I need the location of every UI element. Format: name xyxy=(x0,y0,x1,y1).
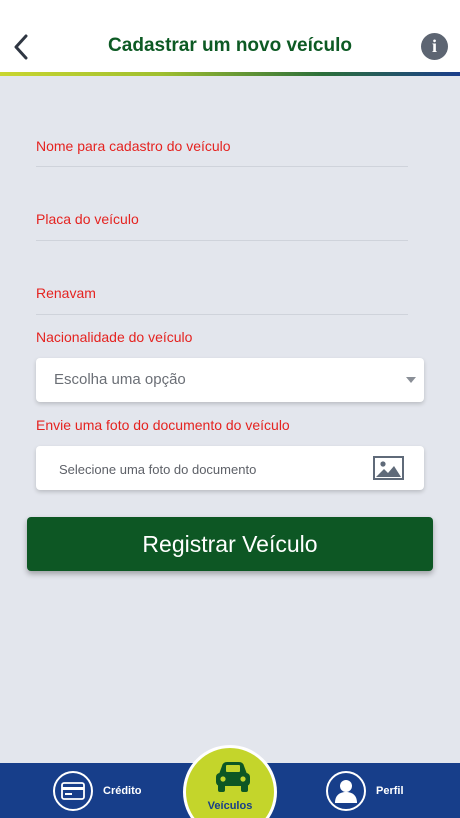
renavam-field[interactable]: Renavam xyxy=(36,285,408,315)
accent-bar xyxy=(0,72,460,76)
tab-veiculos[interactable]: Veículos xyxy=(183,745,277,818)
credit-card-icon xyxy=(53,770,93,811)
vehicle-name-label: Nome para cadastro do veículo xyxy=(36,138,231,154)
renavam-underline xyxy=(36,314,408,315)
car-icon xyxy=(214,760,252,794)
nationality-select-value: Escolha uma opção xyxy=(54,371,186,388)
header: Cadastrar um novo veículo i xyxy=(0,22,460,72)
nationality-label-wrap: Nacionalidade do veículo xyxy=(36,329,408,345)
user-icon xyxy=(326,770,366,811)
tab-perfil-label: Perfil xyxy=(376,784,404,797)
page-title: Cadastrar um novo veículo xyxy=(108,35,352,56)
photo-upload-field[interactable]: Selecione uma foto do documento xyxy=(36,446,424,490)
tab-veiculos-label: Veículos xyxy=(207,800,253,812)
status-bar xyxy=(0,0,460,22)
vehicle-name-underline xyxy=(36,166,408,167)
photo-label: Envie uma foto do documento do veículo xyxy=(36,417,290,433)
plate-underline xyxy=(36,240,408,241)
photo-label-wrap: Envie uma foto do documento do veículo xyxy=(36,417,408,433)
photo-upload-placeholder: Selecione uma foto do documento xyxy=(59,462,257,477)
image-icon xyxy=(373,456,404,480)
tab-credito-label: Crédito xyxy=(103,784,142,797)
plate-label: Placa do veículo xyxy=(36,211,139,227)
vehicle-name-field[interactable]: Nome para cadastro do veículo xyxy=(36,138,408,167)
nationality-label: Nacionalidade do veículo xyxy=(36,329,193,345)
tab-perfil[interactable]: Perfil xyxy=(326,763,404,818)
nationality-select[interactable]: Escolha uma opção xyxy=(36,358,424,402)
dropdown-caret-icon xyxy=(406,377,416,383)
renavam-label: Renavam xyxy=(36,285,96,301)
tab-credito[interactable]: Crédito xyxy=(53,763,142,818)
info-icon[interactable]: i xyxy=(421,33,448,60)
register-vehicle-button[interactable]: Registrar Veículo xyxy=(27,517,433,571)
plate-field[interactable]: Placa do veículo xyxy=(36,211,408,241)
